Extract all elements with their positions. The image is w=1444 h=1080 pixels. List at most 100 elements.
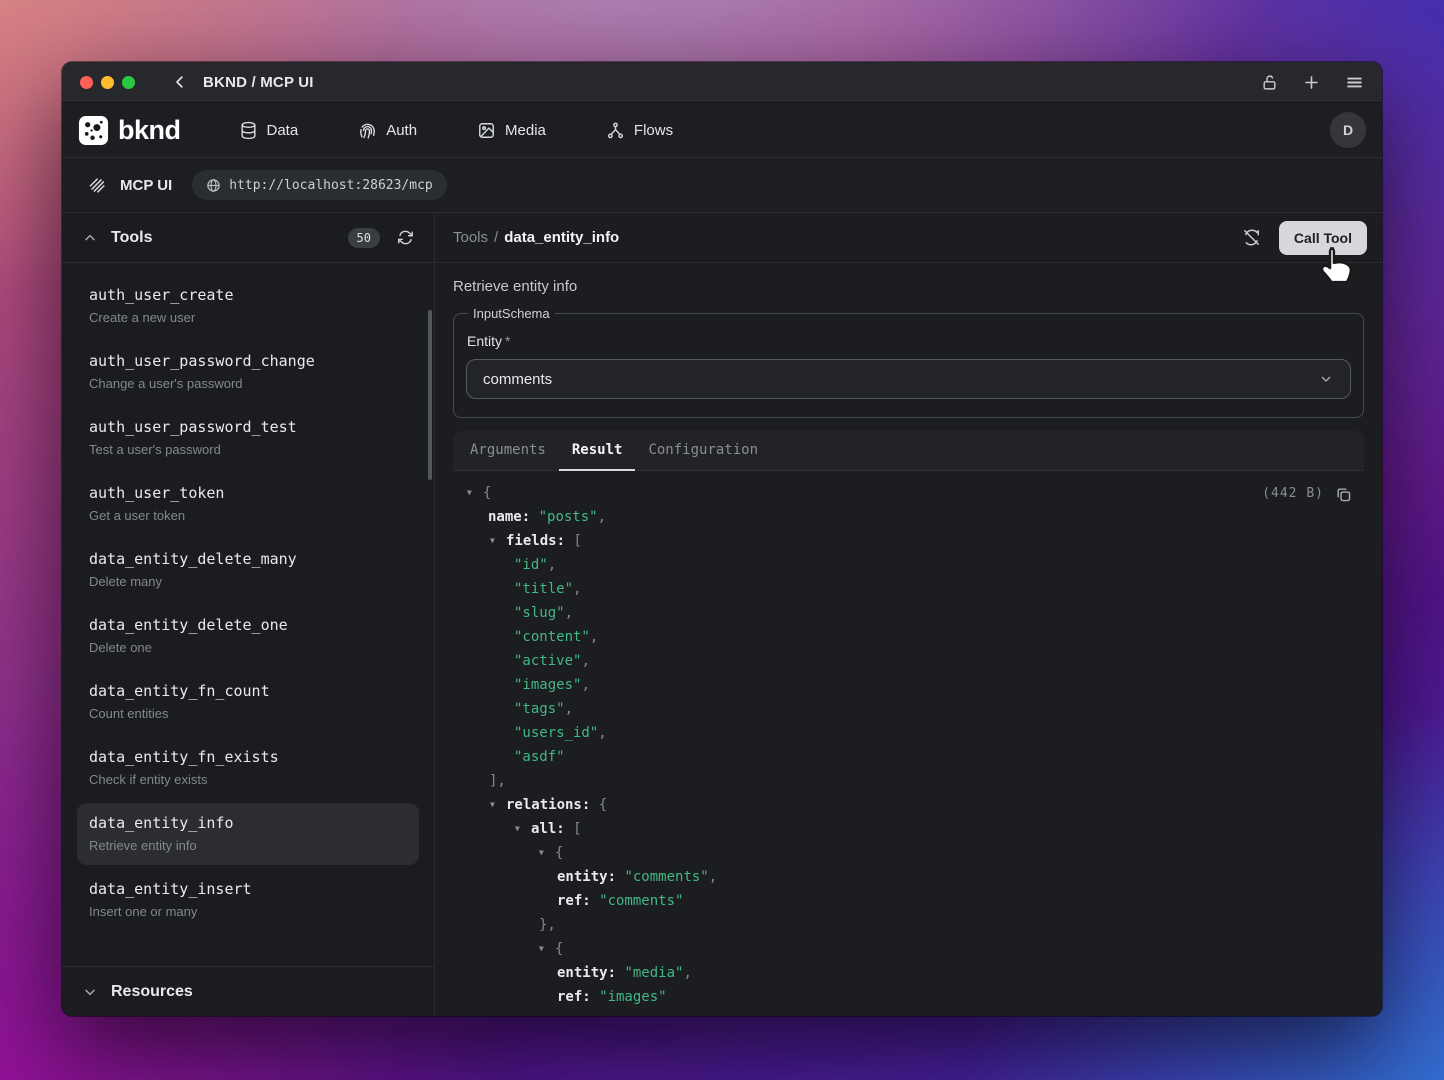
menu-icon[interactable] [1345,73,1364,92]
json-result-viewer: (442 B) ▼{name: "posts",▼fields: ["id","… [435,471,1382,1016]
json-line: ▼{ [467,481,1352,505]
tab-result[interactable]: Result [559,431,636,471]
chevron-down-icon [1318,371,1334,387]
json-line: }, [539,913,1352,937]
json-tree: ▼{name: "posts",▼fields: ["id","title","… [467,481,1352,1009]
tool-description: Check if entity exists [89,772,407,787]
json-line: ▼relations: { [490,793,1352,817]
chevron-up-icon[interactable] [82,230,98,246]
tool-name: data_entity_delete_many [89,550,407,568]
nav-items: Data Auth Media Flows [239,121,674,140]
collapse-toggle-icon[interactable]: ▼ [515,817,531,841]
collapse-toggle-icon[interactable]: ▼ [539,937,555,961]
tool-description: Delete many [89,574,407,589]
chevron-down-icon[interactable] [82,984,98,1000]
tool-list-item-auth_user_create[interactable]: auth_user_createCreate a new user [77,275,419,337]
page-title: MCP UI [120,177,172,194]
json-line: ref: "images" [557,985,1352,1009]
tool-detail-panel: Tools / data_entity_info Call Tool Retri… [435,213,1382,1016]
entity-select[interactable]: comments [466,359,1351,399]
flow-icon [606,121,625,140]
json-line: ▼fields: [ [490,529,1352,553]
tool-name: data_entity_insert [89,880,407,898]
tool-description: Retrieve entity info [435,263,1382,306]
tool-description: Delete one [89,640,407,655]
avatar[interactable]: D [1330,112,1366,148]
breadcrumb-section[interactable]: Tools [453,229,488,246]
mcp-subheader: MCP UI http://localhost:28623/mcp [62,158,1382,213]
tool-description: Create a new user [89,310,407,325]
nav-item-label: Flows [634,122,673,139]
zoom-button[interactable] [122,76,135,89]
layers-hatch-icon [88,176,107,195]
new-tab-icon[interactable] [1302,73,1321,92]
nav-item-media[interactable]: Media [477,121,546,140]
result-size-label: (442 B) [1262,482,1324,506]
close-button[interactable] [80,76,93,89]
json-line: "id", [514,553,1352,577]
json-line: name: "posts", [488,505,1352,529]
tab-arguments[interactable]: Arguments [457,431,559,471]
tool-list-item-auth_user_password_test[interactable]: auth_user_password_test Test a user's pas… [77,407,419,469]
nav-item-flows[interactable]: Flows [606,121,673,140]
input-schema-fieldset: InputSchema Entity* comments [453,306,1364,418]
sidebar-scrollbar[interactable] [428,310,432,480]
tool-list-item-data_entity_fn_exists[interactable]: data_entity_fn_existsCheck if entity exi… [77,737,419,799]
json-line: ▼{ [539,937,1352,961]
copy-icon[interactable] [1335,486,1352,503]
nav-item-auth[interactable]: Auth [358,121,417,140]
json-line: "images", [514,673,1352,697]
tool-name: data_entity_delete_one [89,616,407,634]
tool-description: Count entities [89,706,407,721]
refresh-icon[interactable] [397,229,414,246]
nav-item-label: Media [505,122,546,139]
tool-list-item-auth_user_token[interactable]: auth_user_tokenGet a user token [77,473,419,535]
desktop-background: { "colors": { "traffic_close": "#ff5f57"… [0,0,1444,1080]
tool-description: Retrieve entity info [89,838,407,853]
json-line: "slug", [514,601,1352,625]
tool-list-item-data_entity_delete_one[interactable]: data_entity_delete_one Delete one [77,605,419,667]
minimize-button[interactable] [101,76,114,89]
json-line: ], [489,769,1352,793]
back-icon[interactable] [171,73,189,91]
collapse-toggle-icon[interactable]: ▼ [490,793,506,817]
mcp-url: http://localhost:28623/mcp [229,178,433,193]
tool-name: auth_user_password_change [89,352,407,370]
tool-list-item-auth_user_password_change[interactable]: auth_user_password_changeChange a user's… [77,341,419,403]
auto-call-off-icon[interactable] [1242,228,1261,247]
tool-description: Test a user's password [89,442,407,457]
json-line: "content", [514,625,1352,649]
nav-item-label: Data [267,122,299,139]
collapse-toggle-icon[interactable]: ▼ [467,481,483,505]
tool-list-item-data_entity_fn_count[interactable]: data_entity_fn_count Count entities [77,671,419,733]
tab-configuration[interactable]: Configuration [635,431,771,471]
nav-item-data[interactable]: Data [239,121,299,140]
entity-select-value: comments [483,371,552,388]
tool-name: data_entity_fn_count [89,682,407,700]
tools-count-badge: 50 [348,228,380,248]
tool-detail-header: Tools / data_entity_info Call Tool [435,213,1382,263]
tools-section-header[interactable]: Tools 50 [62,213,434,263]
collapse-toggle-icon[interactable]: ▼ [539,841,555,865]
unlock-icon[interactable] [1261,74,1278,91]
json-line: "users_id", [514,721,1352,745]
tool-description: Insert one or many [89,904,407,919]
tool-list-item-data_entity_insert[interactable]: data_entity_insert Insert one or many [77,869,419,931]
json-line: ref: "comments" [557,889,1352,913]
tool-name: auth_user_password_test [89,418,407,436]
tool-list-item-data_entity_info[interactable]: data_entity_infoRetrieve entity info [77,803,419,865]
entity-field-label: Entity* [467,333,1351,349]
json-line: entity: "comments", [557,865,1352,889]
tool-list-item-data_entity_delete_many[interactable]: data_entity_delete_many Delete many [77,539,419,601]
bknd-logo[interactable]: bknd [78,115,181,146]
mcp-url-pill[interactable]: http://localhost:28623/mcp [192,170,447,200]
tools-header-label: Tools [111,229,152,247]
json-line: "active", [514,649,1352,673]
resources-section-header[interactable]: Resources [62,966,434,1016]
collapse-toggle-icon[interactable]: ▼ [490,529,506,553]
input-schema-legend: InputSchema [468,306,555,321]
window-titlebar: BKND / MCP UI [62,62,1382,103]
breadcrumb: Tools / data_entity_info [453,229,619,246]
json-line: ▼{ [539,841,1352,865]
tool-list: auth_user_createCreate a new userauth_us… [62,263,434,966]
